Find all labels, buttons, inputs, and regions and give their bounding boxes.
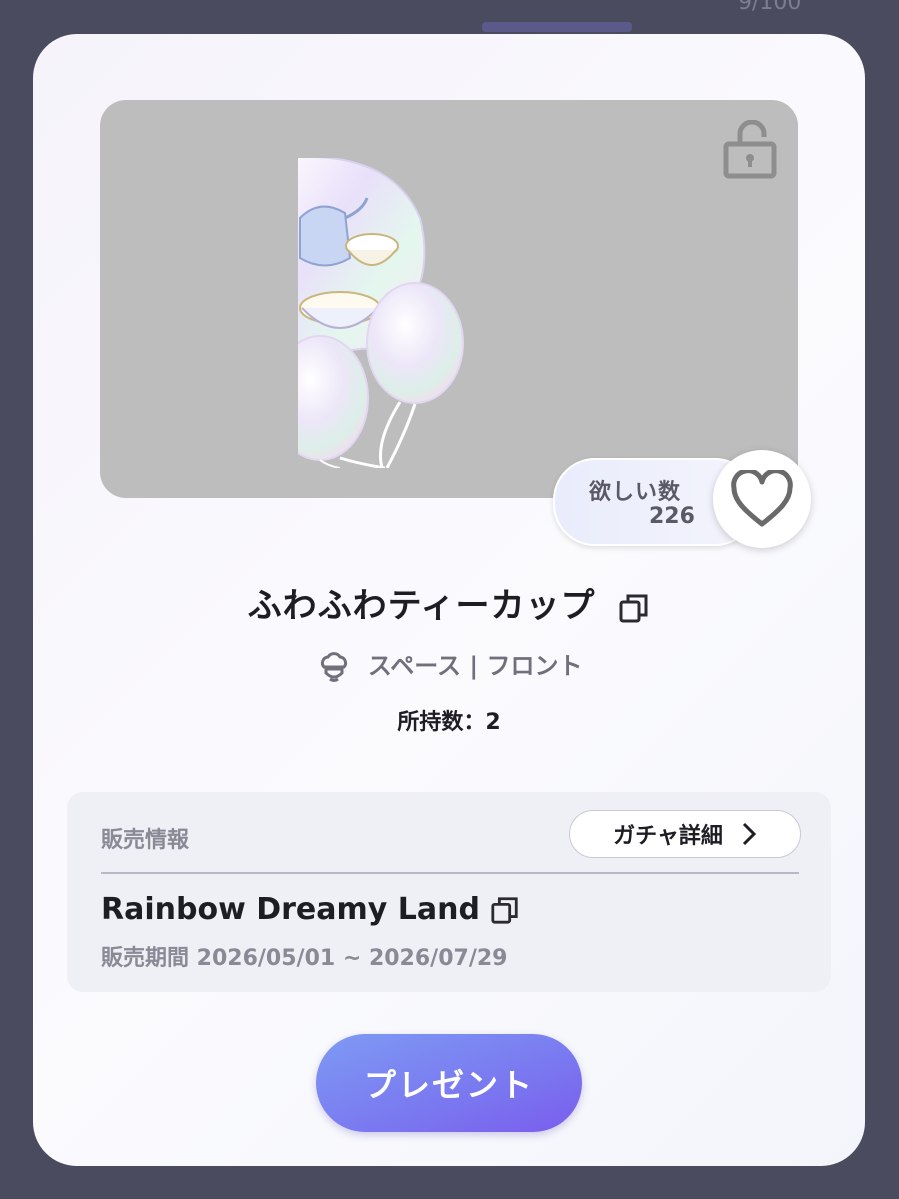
wish-button[interactable]	[713, 450, 811, 548]
chevron-right-icon	[742, 822, 757, 846]
heart-outline-icon	[731, 470, 793, 527]
owned-count: 所持数：2	[397, 710, 501, 735]
teacup-balloon-artwork	[280, 158, 464, 468]
item-category: スペース | フロント	[367, 652, 583, 680]
lock-open-icon[interactable]	[722, 120, 778, 180]
background-tab-indicator	[482, 22, 632, 32]
item-category-row: スペース | フロント	[33, 646, 865, 685]
sales-title: Rainbow Dreamy Land	[101, 892, 480, 927]
background-counter: 9/100	[738, 0, 802, 15]
item-detail-modal: 欲しい数 226 ふわふわティーカップ スペース | フロント 所持数：2 販売…	[33, 34, 865, 1166]
gacha-detail-button[interactable]: ガチャ詳細	[569, 810, 801, 858]
sales-title-row: Rainbow Dreamy Land	[101, 892, 520, 927]
item-title: ふわふわティーカップ	[247, 586, 596, 626]
wish-counter: 欲しい数 226	[553, 450, 813, 548]
sales-info-card: 販売情報 ガチャ詳細 Rainbow Dreamy Land 販売期間 2026…	[67, 792, 831, 992]
sales-divider	[101, 872, 799, 874]
item-preview	[100, 100, 798, 498]
copy-icon[interactable]	[490, 895, 520, 925]
item-title-row: ふわふわティーカップ	[33, 578, 865, 627]
wish-label: 欲しい数	[589, 480, 682, 505]
wish-count: 226	[649, 504, 695, 529]
gacha-detail-label: ガチャ詳細	[613, 824, 723, 849]
sales-section-label: 販売情報	[101, 828, 190, 853]
sales-period: 販売期間 2026/05/01 ~ 2026/07/29	[101, 946, 508, 971]
balloon-space-icon	[320, 652, 347, 682]
present-button[interactable]: プレゼント	[316, 1034, 582, 1132]
copy-icon[interactable]	[618, 592, 650, 624]
